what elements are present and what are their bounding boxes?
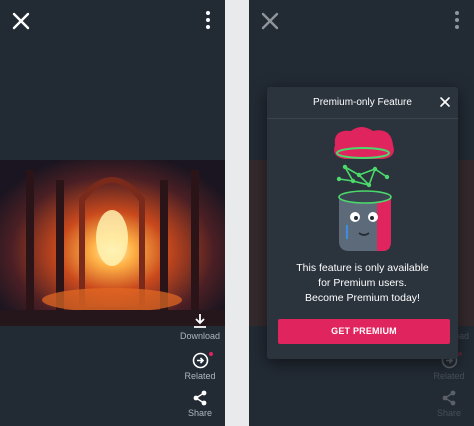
notification-dot — [458, 352, 462, 356]
more-options-icon[interactable] — [205, 11, 211, 31]
share-button: Share — [426, 390, 472, 418]
modal-title: Premium-only Feature — [313, 97, 412, 108]
download-label: Download — [179, 331, 221, 341]
share-icon — [193, 390, 207, 406]
premium-modal: Premium-only Feature This feature is onl… — [267, 87, 458, 359]
modal-close-icon[interactable] — [439, 95, 451, 107]
wallpaper-image[interactable] — [0, 160, 225, 326]
close-icon[interactable] — [10, 10, 32, 32]
related-label: Related — [184, 371, 216, 381]
get-premium-button[interactable]: GET PREMIUM — [278, 319, 450, 344]
modal-message-line: for Premium users. — [318, 277, 407, 289]
related-label: Related — [433, 371, 465, 381]
modal-message-line: This feature is only available — [296, 262, 429, 274]
modal-message: This feature is only available for Premi… — [275, 261, 450, 306]
left-screen: Download Related Share — [0, 0, 225, 426]
more-options-icon[interactable] — [454, 11, 460, 31]
related-icon — [192, 352, 208, 369]
share-label: Share — [436, 408, 462, 418]
share-button[interactable]: Share — [177, 390, 223, 418]
notification-dot — [209, 352, 213, 356]
share-icon — [442, 390, 456, 406]
screen-divider — [225, 0, 249, 426]
modal-message-line: Become Premium today! — [305, 292, 420, 304]
download-icon — [194, 314, 206, 328]
related-button[interactable]: Related — [177, 352, 223, 381]
close-icon[interactable] — [259, 10, 281, 32]
brain-illustration — [317, 123, 411, 255]
modal-header: Premium-only Feature — [267, 87, 458, 119]
share-label: Share — [187, 408, 213, 418]
download-button[interactable]: Download — [177, 313, 223, 341]
